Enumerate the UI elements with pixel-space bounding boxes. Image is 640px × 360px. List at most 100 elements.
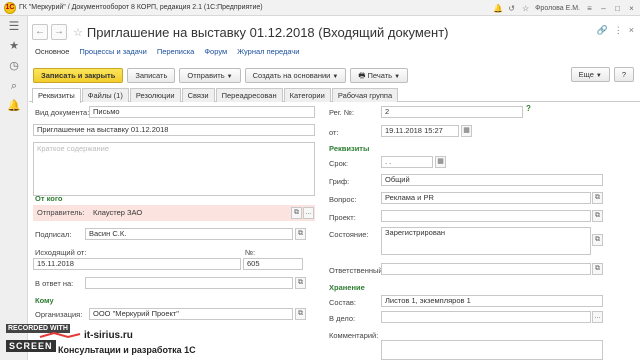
outgoing-label: Исходящий от: bbox=[35, 248, 87, 257]
form-tabs: Реквизиты Файлы (1) Резолюции Связи Пере… bbox=[29, 88, 640, 103]
save-and-close-button[interactable]: Записать и закрыть bbox=[33, 67, 124, 83]
deadline-calendar-icon[interactable]: ▦ bbox=[435, 156, 446, 168]
reg-date-field[interactable]: 19.11.2018 15:27 bbox=[381, 125, 459, 137]
question-open-icon[interactable]: ⧉ bbox=[592, 192, 603, 204]
doc-type-field[interactable]: Письмо bbox=[89, 106, 315, 118]
minimize-icon[interactable]: – bbox=[599, 4, 608, 13]
site-caption: it-sirius.ru bbox=[84, 330, 133, 341]
nav-correspondence[interactable]: Переписка bbox=[157, 47, 195, 61]
reply-to-open-icon[interactable]: ⧉ bbox=[295, 277, 306, 289]
sender-select-icon[interactable]: … bbox=[303, 207, 314, 219]
reply-to-label: В ответ на: bbox=[35, 279, 74, 288]
titlebar-controls: 🔔 ↺ ☆ Фролова Е.М. ≡ – □ × bbox=[493, 0, 636, 16]
tab-links[interactable]: Связи bbox=[181, 88, 215, 102]
tab-requisites[interactable]: Реквизиты bbox=[32, 88, 81, 103]
menu-icon[interactable]: ≡ bbox=[585, 4, 594, 13]
sender-open-icon[interactable]: ⧉ bbox=[291, 207, 302, 219]
favorite-star-icon[interactable]: ☆ bbox=[73, 26, 83, 39]
chevron-down-icon: ▼ bbox=[595, 73, 602, 79]
requisites-panel: Вид документа: Письмо Приглашение на выс… bbox=[29, 103, 640, 360]
composition-field[interactable]: Листов 1, экземпляров 1 bbox=[381, 295, 603, 307]
question-label: Вопрос: bbox=[329, 195, 357, 204]
chevron-down-icon: ▼ bbox=[394, 73, 401, 80]
nav-journal[interactable]: Журнал передачи bbox=[237, 47, 299, 61]
form-close-icon[interactable]: × bbox=[629, 25, 634, 36]
tab-categories[interactable]: Категории bbox=[283, 88, 331, 102]
signed-open-icon[interactable]: ⧉ bbox=[295, 228, 306, 240]
org-field[interactable]: ООО "Меркурий Проект" bbox=[89, 308, 293, 320]
sections-menu-icon[interactable]: ☰ bbox=[0, 16, 28, 36]
tab-forwarded[interactable]: Переадресован bbox=[215, 88, 283, 102]
history-icon[interactable]: ↺ bbox=[507, 4, 516, 13]
notifications-icon[interactable]: 🔔 bbox=[493, 4, 503, 13]
stamp-field[interactable]: Общий bbox=[381, 174, 603, 186]
org-open-icon[interactable]: ⧉ bbox=[295, 308, 306, 320]
org-label: Организация: bbox=[35, 310, 83, 319]
state-label: Состояние: bbox=[329, 230, 369, 239]
reg-number-field[interactable]: 2 bbox=[381, 106, 523, 118]
tab-resolutions[interactable]: Резолюции bbox=[129, 88, 181, 102]
outgoing-number-field[interactable]: 605 bbox=[243, 258, 303, 270]
state-open-icon[interactable]: ⧉ bbox=[592, 234, 603, 246]
sirius-logo-icon bbox=[39, 331, 81, 339]
maximize-icon[interactable]: □ bbox=[613, 4, 622, 13]
signed-field[interactable]: Васин С.К. bbox=[85, 228, 293, 240]
history-clock-icon[interactable]: ◷ bbox=[0, 56, 28, 76]
deadline-field[interactable]: . . bbox=[381, 156, 433, 168]
question-field[interactable]: Реклама и PR bbox=[381, 192, 591, 204]
storage-section-title: Хранение bbox=[329, 283, 365, 292]
title-field[interactable]: Приглашение на выставку 01.12.2018 bbox=[33, 124, 315, 136]
window-titlebar: 1С ГК "Меркурий" / Документооборот 8 КОР… bbox=[0, 0, 640, 16]
chevron-down-icon: ▼ bbox=[226, 73, 233, 80]
reg-number-label: Рег. №: bbox=[329, 108, 354, 117]
file-to-case-field[interactable] bbox=[381, 311, 591, 323]
reg-help-icon[interactable]: ? bbox=[526, 104, 531, 113]
calendar-icon[interactable]: ▦ bbox=[461, 125, 472, 137]
tab-files[interactable]: Файлы (1) bbox=[81, 88, 129, 102]
send-button[interactable]: Отправить ▼ bbox=[179, 67, 241, 83]
sender-label: Отправитель: bbox=[37, 208, 85, 217]
forward-button[interactable]: → bbox=[51, 24, 67, 40]
file-to-case-select-icon[interactable]: … bbox=[592, 311, 603, 323]
reply-to-field[interactable] bbox=[85, 277, 293, 289]
state-field[interactable]: Зарегистрирован bbox=[381, 227, 591, 255]
create-based-on-button[interactable]: Создать на основании ▼ bbox=[244, 67, 347, 83]
number-label: №: bbox=[245, 248, 256, 257]
back-button[interactable]: ← bbox=[32, 24, 48, 40]
reg-date-label: от: bbox=[329, 128, 339, 137]
from-section-title: От кого bbox=[35, 194, 63, 203]
sender-field[interactable]: Клаустер ЗАО bbox=[89, 207, 289, 219]
current-user[interactable]: Фролова Е.М. bbox=[535, 5, 580, 12]
responsible-field[interactable] bbox=[381, 263, 591, 275]
form-window-controls: 🔗 ⋮ × bbox=[597, 25, 634, 36]
print-button[interactable]: 🖶 Печать ▼ bbox=[350, 67, 409, 83]
nav-main[interactable]: Основное bbox=[35, 47, 69, 61]
composition-label: Состав: bbox=[329, 298, 356, 307]
summary-textarea[interactable]: Краткое содержание bbox=[33, 142, 315, 196]
star-icon[interactable]: ☆ bbox=[521, 4, 530, 13]
outgoing-date-field[interactable]: 15.11.2018 bbox=[33, 258, 241, 270]
save-button[interactable]: Записать bbox=[127, 67, 176, 83]
comment-field[interactable] bbox=[381, 340, 603, 360]
to-section-title: Кому bbox=[35, 296, 54, 305]
nav-forum[interactable]: Форум bbox=[204, 47, 227, 61]
help-button[interactable]: ? bbox=[613, 67, 634, 82]
responsible-open-icon[interactable]: ⧉ bbox=[592, 263, 603, 275]
project-field[interactable] bbox=[381, 210, 591, 222]
responsible-label: Ответственный: bbox=[329, 266, 385, 275]
form-title: Приглашение на выставку 01.12.2018 (Вход… bbox=[86, 24, 449, 40]
props-section-title: Реквизиты bbox=[329, 144, 370, 153]
create-based-label: Создать на основании bbox=[252, 70, 331, 80]
close-icon[interactable]: × bbox=[627, 4, 636, 13]
print-label: Печать bbox=[367, 70, 393, 80]
favorites-icon[interactable]: ★ bbox=[0, 36, 28, 56]
more-vert-icon[interactable]: ⋮ bbox=[614, 25, 623, 36]
more-button[interactable]: Еще ▼ bbox=[570, 67, 610, 82]
nav-processes[interactable]: Процессы и задачи bbox=[79, 47, 146, 61]
notifications-bell-icon[interactable]: 🔔 bbox=[0, 96, 28, 116]
project-label: Проект: bbox=[329, 213, 356, 222]
tab-workgroup[interactable]: Рабочая группа bbox=[331, 88, 399, 102]
search-icon[interactable]: ⌕ bbox=[0, 76, 28, 96]
project-open-icon[interactable]: ⧉ bbox=[592, 210, 603, 222]
link-icon[interactable]: 🔗 bbox=[597, 25, 608, 36]
